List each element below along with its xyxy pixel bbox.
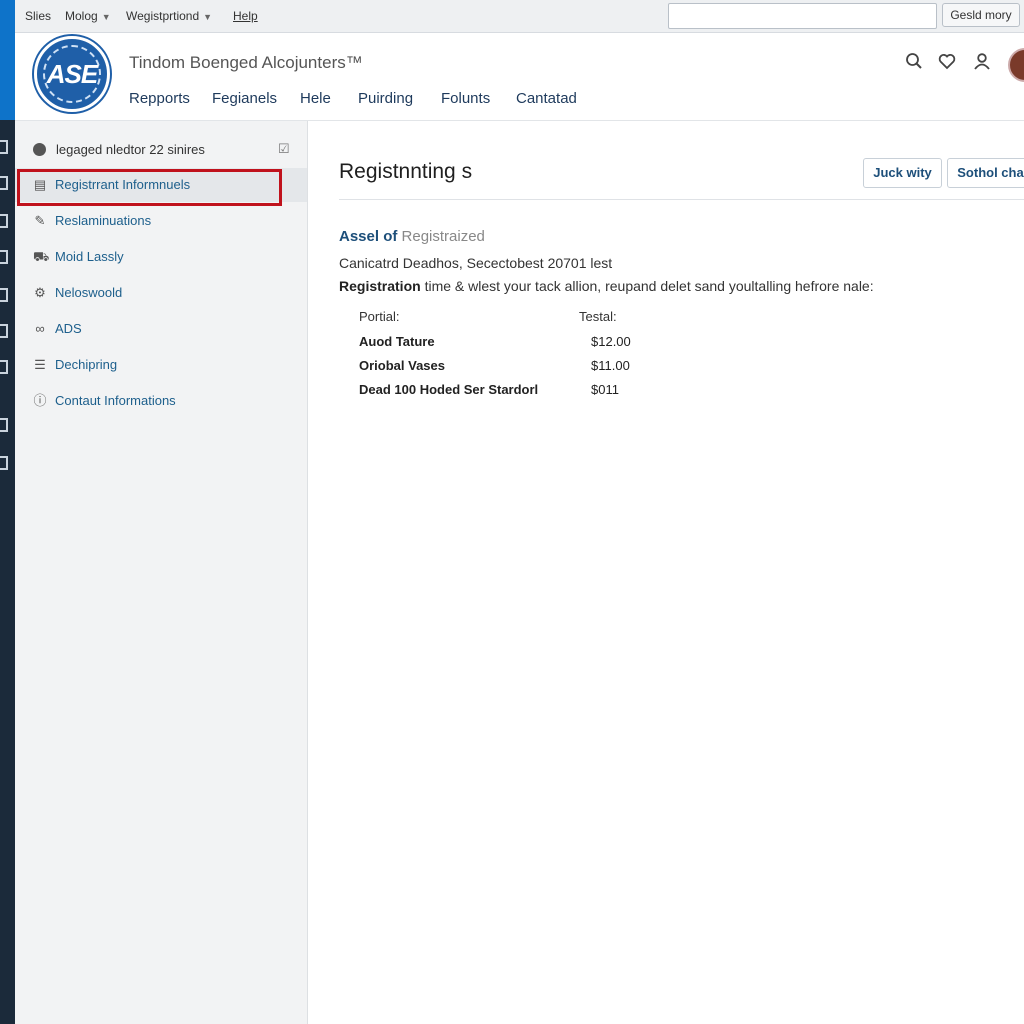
sidebar-item-label: Reslaminuations xyxy=(55,213,152,228)
sidebar-item-moid-lassly[interactable]: ⛟ Moid Lassly xyxy=(15,240,307,274)
user-icon[interactable] xyxy=(971,52,993,74)
divider xyxy=(339,199,1024,200)
table-row: Auod Tature $12.00 xyxy=(359,334,659,354)
edit-icon: ✎ xyxy=(34,213,46,228)
sidebar: legaged nledtor 22 sinires ☑ ▤ Registrra… xyxy=(15,121,308,1024)
sidebar-item-reslaminuations[interactable]: ✎ Reslaminuations xyxy=(15,204,307,238)
sidebar-item-label: Neloswoold xyxy=(55,285,123,300)
info-line-2-bold: Registration xyxy=(339,278,421,294)
sidebar-item-contact-information[interactable]: ⓘ Contaut Informations xyxy=(15,384,307,418)
table-header-portial: Portial: xyxy=(359,309,400,324)
avatar[interactable] xyxy=(1008,48,1024,82)
edge-strip-accent xyxy=(0,0,15,120)
menu-molog-label: Molog xyxy=(65,9,98,23)
menu-registration[interactable]: Wegistprtiond ▼ xyxy=(126,9,212,23)
menu-molog[interactable]: Molog ▼ xyxy=(65,9,111,23)
search-icon[interactable] xyxy=(903,52,925,74)
sidebar-item-label: Dechipring xyxy=(55,357,118,372)
menu-slies[interactable]: Slies xyxy=(25,9,51,23)
section-title-rest: Registraized xyxy=(401,228,485,245)
edge-icon xyxy=(0,324,8,338)
sidebar-item-label: Moid Lassly xyxy=(55,249,124,264)
sidebar-item-label: ADS xyxy=(55,321,82,336)
nav-fegianels[interactable]: Fegianels xyxy=(212,90,277,107)
main-content: Registnnting s Juck wity Sothol cha Asse… xyxy=(308,121,1024,1024)
logo-text: ASE xyxy=(46,58,98,89)
sidebar-heading-text: legaged nledtor 22 sinires xyxy=(56,142,205,157)
top-button[interactable]: Gesld mory xyxy=(942,3,1020,27)
sidebar-item-ads[interactable]: ∞ ADS xyxy=(15,312,307,346)
left-edge-strip xyxy=(0,0,15,1024)
info-icon: ⓘ xyxy=(33,393,47,408)
page-title: Registnnting s xyxy=(339,160,473,183)
edge-icon xyxy=(0,360,8,374)
table-cell-name: Dead 100 Hoded Ser Stardorl xyxy=(359,382,539,397)
table-row: Oriobal Vases $11.00 xyxy=(359,358,659,378)
table-cell-value: $11.00 xyxy=(591,358,630,373)
info-line-2: Registration time & wlest your tack alli… xyxy=(339,278,874,294)
ase-logo[interactable]: ASE xyxy=(34,36,110,112)
chevron-down-icon: ▼ xyxy=(203,12,213,22)
link-icon: ∞ xyxy=(35,321,45,336)
edge-icon xyxy=(0,418,8,432)
info-line-2-text: time & wlest your tack allion, reupand d… xyxy=(424,278,874,294)
account-icon xyxy=(33,143,46,156)
nav-hele[interactable]: Hele xyxy=(300,90,331,107)
heart-icon[interactable] xyxy=(936,52,958,74)
search-input[interactable] xyxy=(668,3,937,29)
sidebar-item-dechipring[interactable]: ☰ Dechipring xyxy=(15,348,307,382)
edit-icon[interactable]: ☑ xyxy=(278,141,290,157)
car-icon: ⛟ xyxy=(33,249,50,264)
edge-icon xyxy=(0,176,8,190)
section-title-bold: Assel of xyxy=(339,228,398,245)
chevron-down-icon: ▼ xyxy=(101,12,111,22)
menu-help[interactable]: Help xyxy=(233,9,258,23)
edge-icon xyxy=(0,140,8,154)
edge-icon xyxy=(0,288,8,302)
table-cell-name: Auod Tature xyxy=(359,334,435,349)
info-line-1: Canicatrd Deadhos, Secectobest 20701 les… xyxy=(339,255,613,271)
sidebar-item-neloswoold[interactable]: ⚙ Neloswoold xyxy=(15,276,307,310)
nav-folunts[interactable]: Folunts xyxy=(441,90,490,107)
nav-repports[interactable]: Repports xyxy=(129,90,190,107)
sidebar-item-label: Contaut Informations xyxy=(55,393,176,408)
edge-icon xyxy=(0,250,8,264)
gear-icon: ⚙ xyxy=(34,285,46,300)
top-menubar: Slies Molog ▼ Wegistprtiond ▼ Help Gesld m… xyxy=(15,0,1024,33)
action-button-2[interactable]: Sothol cha xyxy=(947,158,1024,188)
table-cell-name: Oriobal Vases xyxy=(359,358,445,373)
nav-cantatad[interactable]: Cantatad xyxy=(516,90,577,107)
table-header-testal: Testal: xyxy=(579,309,617,324)
site-header: ASE Tindom Boenged Alcojunters™ Repports… xyxy=(15,33,1024,121)
table-cell-value: $011 xyxy=(591,382,619,397)
site-title: Tindom Boenged Alcojunters™ xyxy=(129,53,363,72)
edge-icon xyxy=(0,456,8,470)
nav-puirding[interactable]: Puirding xyxy=(358,90,413,107)
list-icon: ☰ xyxy=(34,357,46,372)
action-button-1[interactable]: Juck wity xyxy=(863,158,942,188)
menu-registration-label: Wegistprtiond xyxy=(126,9,200,23)
section-title: Assel of Registraized xyxy=(339,228,485,245)
table-cell-value: $12.00 xyxy=(591,334,631,349)
sidebar-heading: legaged nledtor 22 sinires ☑ xyxy=(15,139,307,161)
edge-icon xyxy=(0,214,8,228)
table-row: Dead 100 Hoded Ser Stardorl $011 xyxy=(359,382,659,402)
highlight-annotation xyxy=(17,169,282,206)
